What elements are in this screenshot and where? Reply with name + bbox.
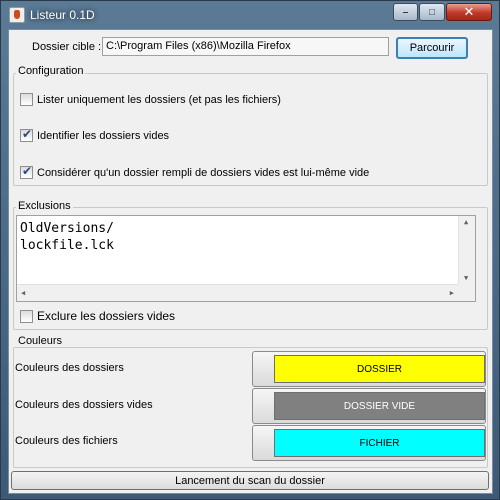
scroll-corner — [458, 284, 475, 301]
exclusion-line: OldVersions/ — [20, 221, 114, 236]
target-folder-input[interactable]: C:\Program Files (x86)\Mozilla Firefox — [102, 37, 389, 56]
option-identify-empty-folders[interactable]: Identifier les dossiers vides — [20, 127, 170, 142]
empty-folder-color-text: DOSSIER VIDE — [343, 400, 416, 412]
checkbox[interactable] — [20, 93, 33, 106]
window-title: Listeur 0.1D — [30, 8, 95, 22]
checkbox[interactable] — [20, 127, 33, 142]
close-button[interactable]: ✕ — [446, 3, 492, 21]
horizontal-scrollbar[interactable]: ◀ ▶ — [17, 284, 458, 301]
target-folder-label: Dossier cible : — [32, 41, 102, 53]
exclusion-line: lockfile.lck — [20, 238, 114, 253]
empty-folder-color-label: Couleurs des dossiers vides — [15, 399, 153, 411]
maximize-icon: □ — [428, 6, 436, 18]
exclude-empty-folders-option[interactable]: Exclure les dossiers vides — [20, 309, 175, 323]
file-color-swatch: FICHIER — [274, 429, 485, 457]
empty-folder-color-button[interactable]: DOSSIER VIDE — [252, 388, 486, 424]
exclusions-textarea[interactable]: OldVersions/ lockfile.lck ▲ ▼ ◀ ▶ — [16, 215, 476, 302]
option-label: Lister uniquement les dossiers (et pas l… — [37, 93, 281, 106]
vertical-scrollbar[interactable]: ▲ ▼ — [458, 216, 475, 284]
option-list-folders-only[interactable]: Lister uniquement les dossiers (et pas l… — [20, 93, 281, 106]
file-color-label: Couleurs des fichiers — [15, 435, 118, 447]
folder-color-label: Couleurs des dossiers — [15, 362, 124, 374]
start-scan-label: Lancement du scan du dossier — [175, 474, 325, 487]
scroll-left-icon[interactable]: ◀ — [21, 289, 25, 297]
java-app-icon — [9, 7, 25, 23]
exclusions-title: Exclusions — [16, 200, 73, 212]
target-folder-value: C:\Program Files (x86)\Mozilla Firefox — [106, 40, 291, 52]
option-nested-empty-is-empty[interactable]: Considérer qu'un dossier rempli de dossi… — [20, 164, 370, 179]
exclude-empty-folders-label: Exclure les dossiers vides — [37, 309, 176, 323]
scroll-right-icon[interactable]: ▶ — [450, 289, 454, 297]
minimize-icon: – — [402, 6, 409, 18]
browse-button[interactable]: Parcourir — [396, 37, 468, 59]
option-label: Considérer qu'un dossier rempli de dossi… — [37, 166, 370, 179]
app-window: Listeur 0.1D – □ ✕ Dossier cible : C:\Pr… — [0, 0, 500, 500]
main-panel: Dossier cible : C:\Program Files (x86)\M… — [8, 29, 493, 494]
folder-color-button[interactable]: DOSSIER — [252, 351, 486, 387]
title-bar[interactable]: Listeur 0.1D – □ ✕ — [1, 1, 500, 29]
colors-title: Couleurs — [16, 335, 65, 347]
minimize-button[interactable]: – — [393, 3, 418, 21]
file-color-button[interactable]: FICHIER — [252, 425, 486, 461]
option-label: Identifier les dossiers vides — [37, 129, 170, 142]
empty-folder-color-swatch: DOSSIER VIDE — [274, 392, 485, 420]
scroll-down-icon[interactable]: ▼ — [464, 274, 468, 282]
folder-color-text: DOSSIER — [356, 363, 402, 375]
close-icon: ✕ — [463, 4, 475, 19]
configuration-title: Configuration — [16, 65, 86, 77]
checkbox[interactable] — [20, 164, 33, 179]
browse-button-label: Parcourir — [409, 42, 455, 54]
file-color-text: FICHIER — [359, 437, 400, 449]
folder-color-swatch: DOSSIER — [274, 355, 485, 383]
maximize-button[interactable]: □ — [419, 3, 445, 21]
checkbox[interactable] — [20, 309, 33, 323]
scroll-up-icon[interactable]: ▲ — [464, 218, 468, 226]
start-scan-button[interactable]: Lancement du scan du dossier — [11, 471, 489, 490]
